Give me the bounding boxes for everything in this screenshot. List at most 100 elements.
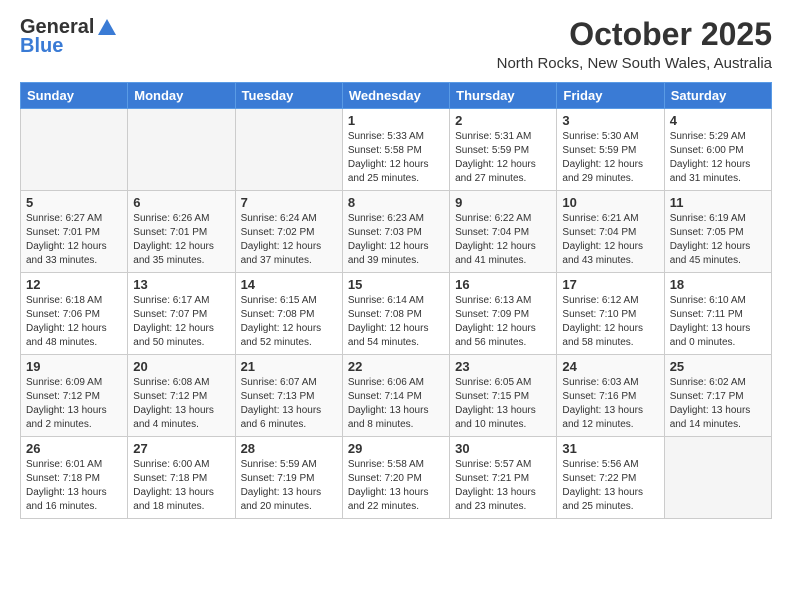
logo-icon <box>96 17 118 39</box>
table-row: 19 Sunrise: 6:09 AM Sunset: 7:12 PM Dayli… <box>21 355 128 437</box>
calendar-week-row: 12 Sunrise: 6:18 AM Sunset: 7:06 PM Dayli… <box>21 273 772 355</box>
day-info: Sunrise: 5:58 AM Sunset: 7:20 PM Dayligh… <box>348 458 444 514</box>
table-row: 8 Sunrise: 6:23 AM Sunset: 7:03 PM Daylig… <box>342 191 449 273</box>
title-section: October 2025 North Rocks, New South Wale… <box>497 16 772 72</box>
day-info: Sunrise: 6:17 AM Sunset: 7:07 PM Dayligh… <box>133 294 229 350</box>
table-row: 11Sunrise: 6:19 AM Sunset: 7:05 PM Dayli… <box>664 191 771 273</box>
day-number: 25 <box>670 359 766 374</box>
table-row: 25 Sunrise: 6:02 AM Sunset: 7:17 PM Dayli… <box>664 355 771 437</box>
header-sunday: Sunday <box>21 83 128 109</box>
day-info: Sunrise: 6:07 AM Sunset: 7:13 PM Dayligh… <box>241 376 337 432</box>
day-info: Sunrise: 5:56 AM Sunset: 7:22 PM Dayligh… <box>562 458 658 514</box>
day-info: Sunrise: 6:00 AM Sunset: 7:18 PM Dayligh… <box>133 458 229 514</box>
day-number: 15 <box>348 277 444 292</box>
day-info: Sunrise: 6:23 AM Sunset: 7:03 PM Dayligh… <box>348 212 444 268</box>
table-row: 15 Sunrise: 6:14 AM Sunset: 7:08 PM Dayli… <box>342 273 449 355</box>
day-info: Sunrise: 5:33 AM Sunset: 5:58 PM Dayligh… <box>348 130 444 186</box>
header-thursday: Thursday <box>450 83 557 109</box>
table-row: 13 Sunrise: 6:17 AM Sunset: 7:07 PM Dayli… <box>128 273 235 355</box>
table-row: 7 Sunrise: 6:24 AM Sunset: 7:02 PM Daylig… <box>235 191 342 273</box>
header: General Blue October 2025 North Rocks, N… <box>20 16 772 72</box>
day-info: Sunrise: 6:15 AM Sunset: 7:08 PM Dayligh… <box>241 294 337 350</box>
table-row: 22Sunrise: 6:06 AM Sunset: 7:14 PM Dayli… <box>342 355 449 437</box>
day-number: 30 <box>455 441 551 456</box>
header-wednesday: Wednesday <box>342 83 449 109</box>
day-number: 6 <box>133 195 229 210</box>
table-row <box>235 109 342 191</box>
table-row: 29 Sunrise: 5:58 AM Sunset: 7:20 PM Dayli… <box>342 437 449 519</box>
day-number: 12 <box>26 277 122 292</box>
day-number: 29 <box>348 441 444 456</box>
day-number: 13 <box>133 277 229 292</box>
day-number: 23 <box>455 359 551 374</box>
day-info: Sunrise: 6:24 AM Sunset: 7:02 PM Dayligh… <box>241 212 337 268</box>
calendar-table: Sunday Monday Tuesday Wednesday Thursday… <box>20 82 772 519</box>
day-number: 14 <box>241 277 337 292</box>
day-number: 10 <box>562 195 658 210</box>
table-row: 28 Sunrise: 5:59 AM Sunset: 7:19 PM Dayli… <box>235 437 342 519</box>
day-number: 8 <box>348 195 444 210</box>
logo: General Blue <box>20 16 118 58</box>
table-row: 27Sunrise: 6:00 AM Sunset: 7:18 PM Dayli… <box>128 437 235 519</box>
day-info: Sunrise: 5:29 AM Sunset: 6:00 PM Dayligh… <box>670 130 766 186</box>
calendar-week-row: 26 Sunrise: 6:01 AM Sunset: 7:18 PM Dayli… <box>21 437 772 519</box>
day-number: 9 <box>455 195 551 210</box>
calendar-header-row: Sunday Monday Tuesday Wednesday Thursday… <box>21 83 772 109</box>
day-info: Sunrise: 5:59 AM Sunset: 7:19 PM Dayligh… <box>241 458 337 514</box>
table-row: 10 Sunrise: 6:21 AM Sunset: 7:04 PM Dayli… <box>557 191 664 273</box>
day-info: Sunrise: 6:06 AM Sunset: 7:14 PM Dayligh… <box>348 376 444 432</box>
day-number: 3 <box>562 113 658 128</box>
day-info: Sunrise: 6:13 AM Sunset: 7:09 PM Dayligh… <box>455 294 551 350</box>
month-title: October 2025 <box>497 16 772 53</box>
day-info: Sunrise: 6:21 AM Sunset: 7:04 PM Dayligh… <box>562 212 658 268</box>
day-number: 20 <box>133 359 229 374</box>
day-number: 19 <box>26 359 122 374</box>
day-info: Sunrise: 6:27 AM Sunset: 7:01 PM Dayligh… <box>26 212 122 268</box>
day-info: Sunrise: 6:02 AM Sunset: 7:17 PM Dayligh… <box>670 376 766 432</box>
page-container: General Blue October 2025 North Rocks, N… <box>0 0 792 529</box>
day-info: Sunrise: 6:14 AM Sunset: 7:08 PM Dayligh… <box>348 294 444 350</box>
table-row: 26 Sunrise: 6:01 AM Sunset: 7:18 PM Dayli… <box>21 437 128 519</box>
table-row: 23Sunrise: 6:05 AM Sunset: 7:15 PM Dayli… <box>450 355 557 437</box>
table-row: 24Sunrise: 6:03 AM Sunset: 7:16 PM Dayli… <box>557 355 664 437</box>
table-row: 9 Sunrise: 6:22 AM Sunset: 7:04 PM Daylig… <box>450 191 557 273</box>
day-info: Sunrise: 6:26 AM Sunset: 7:01 PM Dayligh… <box>133 212 229 268</box>
day-number: 7 <box>241 195 337 210</box>
table-row: 3 Sunrise: 5:30 AM Sunset: 5:59 PM Daylig… <box>557 109 664 191</box>
calendar-week-row: 19 Sunrise: 6:09 AM Sunset: 7:12 PM Dayli… <box>21 355 772 437</box>
table-row: 16 Sunrise: 6:13 AM Sunset: 7:09 PM Dayli… <box>450 273 557 355</box>
logo-blue-text: Blue <box>20 35 63 58</box>
day-info: Sunrise: 6:09 AM Sunset: 7:12 PM Dayligh… <box>26 376 122 432</box>
table-row: 12 Sunrise: 6:18 AM Sunset: 7:06 PM Dayli… <box>21 273 128 355</box>
day-number: 26 <box>26 441 122 456</box>
day-number: 1 <box>348 113 444 128</box>
day-info: Sunrise: 6:03 AM Sunset: 7:16 PM Dayligh… <box>562 376 658 432</box>
day-number: 4 <box>670 113 766 128</box>
table-row: 30 Sunrise: 5:57 AM Sunset: 7:21 PM Dayli… <box>450 437 557 519</box>
table-row: 14 Sunrise: 6:15 AM Sunset: 7:08 PM Dayli… <box>235 273 342 355</box>
table-row: 1 Sunrise: 5:33 AM Sunset: 5:58 PM Daylig… <box>342 109 449 191</box>
table-row: 18Sunrise: 6:10 AM Sunset: 7:11 PM Dayli… <box>664 273 771 355</box>
day-number: 2 <box>455 113 551 128</box>
day-number: 18 <box>670 277 766 292</box>
day-info: Sunrise: 6:08 AM Sunset: 7:12 PM Dayligh… <box>133 376 229 432</box>
day-number: 21 <box>241 359 337 374</box>
day-number: 31 <box>562 441 658 456</box>
day-number: 16 <box>455 277 551 292</box>
day-info: Sunrise: 6:19 AM Sunset: 7:05 PM Dayligh… <box>670 212 766 268</box>
table-row: 2Sunrise: 5:31 AM Sunset: 5:59 PM Daylig… <box>450 109 557 191</box>
day-number: 5 <box>26 195 122 210</box>
day-info: Sunrise: 6:12 AM Sunset: 7:10 PM Dayligh… <box>562 294 658 350</box>
day-number: 28 <box>241 441 337 456</box>
calendar-week-row: 5 Sunrise: 6:27 AM Sunset: 7:01 PM Daylig… <box>21 191 772 273</box>
day-info: Sunrise: 5:30 AM Sunset: 5:59 PM Dayligh… <box>562 130 658 186</box>
day-info: Sunrise: 6:22 AM Sunset: 7:04 PM Dayligh… <box>455 212 551 268</box>
header-saturday: Saturday <box>664 83 771 109</box>
day-info: Sunrise: 5:57 AM Sunset: 7:21 PM Dayligh… <box>455 458 551 514</box>
header-friday: Friday <box>557 83 664 109</box>
table-row <box>21 109 128 191</box>
day-info: Sunrise: 6:18 AM Sunset: 7:06 PM Dayligh… <box>26 294 122 350</box>
day-number: 17 <box>562 277 658 292</box>
day-info: Sunrise: 6:01 AM Sunset: 7:18 PM Dayligh… <box>26 458 122 514</box>
header-tuesday: Tuesday <box>235 83 342 109</box>
